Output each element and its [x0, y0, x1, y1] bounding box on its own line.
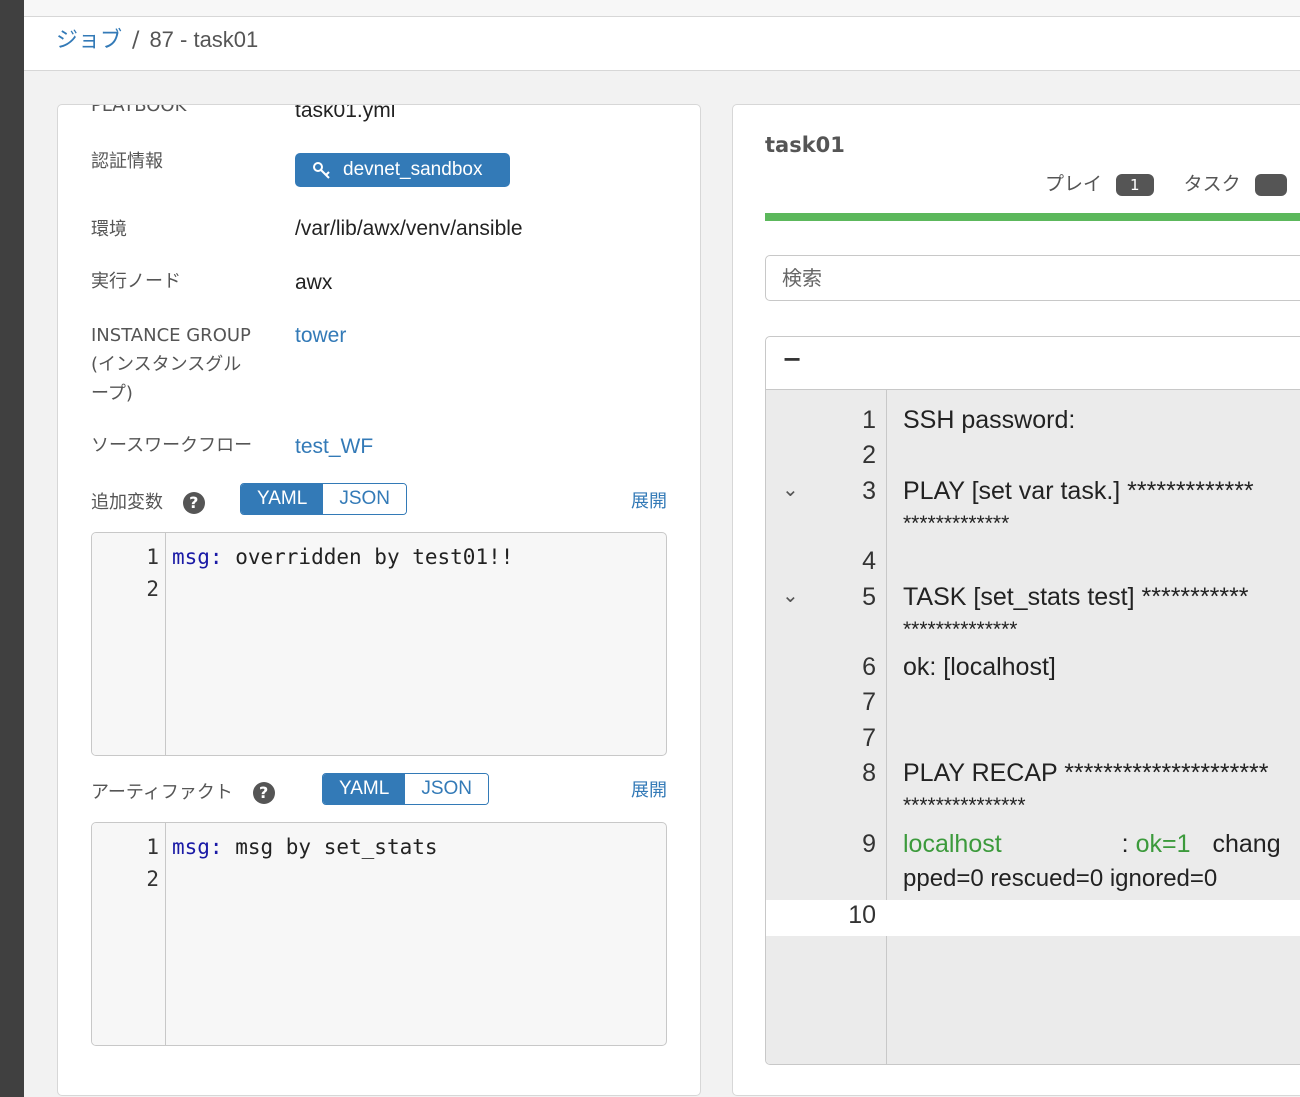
extra-vars-label-row: 追加変数 ?: [91, 488, 205, 514]
extra-vars-yaml-button[interactable]: YAML: [241, 484, 324, 514]
line-number: 7: [862, 724, 876, 752]
line-text-continued: ***************: [903, 794, 1026, 817]
line-text: SSH password:: [903, 406, 1076, 434]
extra-vars-label: 追加変数: [91, 492, 163, 513]
artifacts-json-button[interactable]: JSON: [405, 774, 489, 804]
recap-ok: ok=1: [1135, 830, 1191, 858]
credential-row: 認証情報: [91, 147, 163, 173]
line-number: 5: [862, 583, 876, 611]
code-value: msg by set_stats: [222, 835, 438, 859]
execution-node-label: 実行ノード: [91, 271, 181, 292]
extra-vars-json-button[interactable]: JSON: [323, 484, 407, 514]
instance-group-link[interactable]: tower: [295, 324, 346, 348]
line-text: ok: [localhost]: [903, 653, 1056, 681]
source-workflow-row: ソースワークフロー: [91, 431, 252, 457]
key-icon: [313, 162, 330, 179]
code-value: overridden by test01!!: [222, 545, 514, 569]
line-text-continued: **************: [903, 618, 1018, 641]
instance-group-label-2: (インスタンスグル: [91, 354, 242, 375]
output-counts: プレイ 1 タスク: [1045, 169, 1288, 196]
artifacts-gutter: 1 2: [92, 823, 166, 1045]
line-number: 2: [146, 867, 159, 891]
extra-vars-editor[interactable]: 1 2 msg: overridden by test01!!: [91, 532, 667, 756]
line-number: 2: [862, 441, 876, 469]
recap-colon: :: [1121, 830, 1136, 858]
line-number: 3: [862, 477, 876, 505]
playbook-label: PLAYBOOK: [91, 104, 187, 116]
source-workflow-label: ソースワークフロー: [91, 435, 253, 456]
credential-label: 認証情報: [91, 151, 163, 172]
stdout-pane: − 1 SSH password: 2 ⌄ 3 PLAY [set var ta…: [765, 336, 1300, 1065]
code-key: msg:: [172, 835, 223, 859]
artifacts-code: msg: msg by set_stats: [172, 831, 438, 863]
artifacts-editor[interactable]: 1 2 msg: msg by set_stats: [91, 822, 667, 1046]
plays-count-badge: 1: [1116, 173, 1154, 196]
artifacts-expand-link[interactable]: 展開: [631, 776, 667, 802]
artifacts-label: アーティファクト: [91, 782, 233, 803]
line-text: TASK [set_stats test] ***********: [903, 583, 1249, 611]
help-icon[interactable]: ?: [252, 782, 275, 804]
line-text-continued: *************: [903, 512, 1010, 535]
collapse-all-button[interactable]: −: [782, 345, 802, 373]
line-text-continued: pped=0 rescued=0 ignored=0: [903, 865, 1218, 892]
line-number: 1: [862, 406, 876, 434]
code-key: msg:: [172, 545, 223, 569]
recap-rest: chang: [1212, 830, 1281, 858]
playbook-row: PLAYBOOK: [91, 104, 187, 116]
stdout-header: −: [766, 337, 1300, 390]
artifacts-yaml-button[interactable]: YAML: [323, 774, 406, 804]
instance-group-row: INSTANCE GROUP (インスタンスグル ープ): [91, 321, 251, 408]
top-strip: [24, 0, 1300, 17]
credential-value: devnet_sandbox: [343, 159, 483, 180]
extra-vars-gutter: 1 2: [92, 533, 166, 755]
environment-row: 環境: [91, 215, 127, 241]
help-icon[interactable]: ?: [182, 492, 205, 514]
breadcrumb-jobs-link[interactable]: ジョブ: [56, 28, 122, 53]
instance-group-label-1: INSTANCE GROUP: [91, 325, 251, 346]
plays-label: プレイ: [1045, 173, 1103, 195]
playbook-value: task01.yml: [295, 104, 396, 122]
job-output-panel: task01 プレイ 1 タスク 検索 − 1 SSH password: 2 ⌄ …: [732, 104, 1300, 1096]
recap-host: localhost: [903, 830, 1002, 858]
environment-label: 環境: [91, 219, 127, 240]
artifacts-format-toggle: YAML JSON: [322, 773, 490, 805]
breadcrumb-separator: /: [132, 28, 140, 53]
line-number: 1: [146, 545, 159, 569]
execution-node-value: awx: [295, 271, 333, 294]
tasks-label: タスク: [1183, 173, 1241, 195]
tasks-count-badge: [1254, 173, 1288, 196]
line-number: 4: [862, 547, 876, 575]
extra-vars-code: msg: overridden by test01!!: [172, 541, 513, 573]
line-number: 10: [848, 901, 876, 929]
extra-vars-format-toggle: YAML JSON: [240, 483, 408, 515]
execution-node-row: 実行ノード: [91, 267, 181, 293]
search-input[interactable]: 検索: [765, 255, 1300, 301]
side-nav-bar: [0, 0, 24, 1097]
breadcrumb: ジョブ / 87 - task01: [24, 17, 1300, 71]
output-title: task01: [765, 133, 845, 157]
artifacts-label-row: アーティファクト ?: [91, 778, 275, 804]
stdout-body: 1 SSH password: 2 ⌄ 3 PLAY [set var task…: [766, 390, 1300, 1064]
line-number: 9: [862, 830, 876, 858]
line-text: PLAY RECAP *********************: [903, 759, 1269, 787]
environment-value: /var/lib/awx/venv/ansible: [295, 217, 523, 240]
line-number: 8: [862, 759, 876, 787]
extra-vars-expand-link[interactable]: 展開: [631, 487, 667, 513]
job-details-panel: PLAYBOOK task01.yml 認証情報 devnet_sandbox …: [57, 104, 701, 1096]
line-number: 7: [862, 688, 876, 716]
breadcrumb-current: 87 - task01: [149, 27, 259, 52]
line-number: 6: [862, 653, 876, 681]
line-text: PLAY [set var task.] *************: [903, 477, 1254, 505]
source-workflow-link[interactable]: test_WF: [295, 435, 373, 459]
job-progress-bar: [765, 213, 1300, 221]
credential-badge[interactable]: devnet_sandbox: [295, 153, 510, 187]
line-number: 1: [146, 835, 159, 859]
instance-group-label-3: ープ): [91, 383, 133, 404]
line-text: localhost: ok=1 chang: [903, 830, 1281, 859]
line-number: 2: [146, 577, 159, 601]
